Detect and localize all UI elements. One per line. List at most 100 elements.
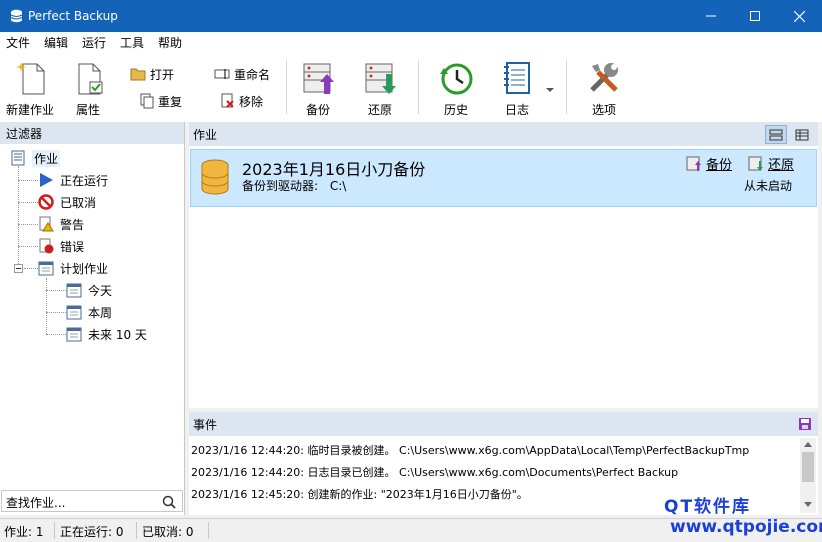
duplicate-button[interactable]: 重复	[140, 91, 182, 111]
maximize-icon	[750, 11, 760, 21]
tree-item-error[interactable]: 错误	[38, 237, 84, 255]
search-input[interactable]: 查找作业...	[1, 490, 183, 512]
tree-item-today-label: 今天	[88, 283, 113, 298]
options-button[interactable]: 选项	[582, 58, 626, 118]
calendar-icon	[66, 283, 82, 298]
event-text: 临时目录被创建。 C:\Users\www.x6g.com\AppData\Lo…	[307, 444, 750, 457]
menu-file[interactable]: 文件	[6, 34, 30, 51]
filter-panel: 过滤器 作业 正在运行 已取消 警告 错误 计划作业 今天 本周 未来 10 天…	[0, 122, 185, 515]
restore-button[interactable]: 还原	[358, 58, 402, 118]
menu-tools[interactable]: 工具	[120, 34, 144, 51]
toolbar-separator	[418, 60, 419, 114]
job-destination-label: 备份到驱动器:	[242, 179, 319, 193]
tree-line	[18, 202, 38, 203]
log-button[interactable]: 日志	[496, 58, 538, 118]
log-label: 日志	[504, 103, 529, 117]
collapse-toggle[interactable]	[14, 264, 23, 273]
view-details-button[interactable]	[791, 125, 813, 144]
minimize-button[interactable]	[688, 0, 734, 32]
events-header: 事件	[189, 412, 818, 436]
status-cancelled: 已取消: 0	[142, 525, 194, 539]
job-item[interactable]: 2023年1月16日小刀备份 备份到驱动器: C:\ 备份 还原 从未启动	[190, 149, 817, 207]
menu-help[interactable]: 帮助	[158, 34, 182, 51]
menu-run[interactable]: 运行	[82, 34, 106, 51]
tools-icon	[590, 63, 618, 92]
status-separator	[136, 522, 137, 539]
tree-item-cancelled-label: 已取消	[60, 195, 97, 210]
tree-line	[46, 278, 47, 334]
menu-bar: 文件 编辑 运行 工具 帮助	[0, 32, 822, 52]
restore-label: 还原	[367, 103, 392, 117]
tree-item-today[interactable]: 今天	[66, 281, 112, 299]
events-scrollbar[interactable]	[800, 438, 816, 513]
backup-label: 备份	[305, 103, 330, 117]
tree-item-jobs[interactable]: 作业	[10, 149, 61, 167]
tree-line	[24, 268, 38, 269]
search-placeholder: 查找作业...	[6, 496, 66, 510]
job-restore-link[interactable]: 还原	[748, 154, 794, 173]
close-button[interactable]	[776, 0, 822, 32]
menu-edit[interactable]: 编辑	[44, 34, 68, 51]
status-jobs: 作业: 1	[4, 525, 44, 539]
tree-line	[46, 334, 66, 335]
log-dropdown-button[interactable]	[545, 82, 555, 96]
job-status: 从未启动	[744, 179, 793, 193]
duplicate-label: 重复	[158, 94, 183, 109]
status-separator	[54, 522, 55, 539]
tree-item-jobs-label: 作业	[32, 149, 61, 167]
history-button[interactable]: 历史	[434, 58, 478, 118]
list-view-icon	[769, 129, 783, 140]
tree-item-next-days-label: 未来 10 天	[88, 327, 147, 342]
tree-item-next-days[interactable]: 未来 10 天	[66, 325, 147, 343]
tree-line	[18, 180, 38, 181]
open-button[interactable]: 打开	[130, 64, 174, 84]
tree-item-this-week-label: 本周	[88, 305, 113, 320]
tree-item-running[interactable]: 正在运行	[38, 171, 108, 189]
duplicate-icon	[140, 93, 154, 109]
save-icon[interactable]	[798, 417, 812, 431]
job-backup-label: 备份	[706, 158, 733, 173]
toolbar: 新建作业 属性 打开 重复 重命名 移除 备份 还原 历史 日志 选项	[0, 52, 822, 122]
remove-icon	[221, 93, 234, 108]
jobs-header-title: 作业	[193, 128, 218, 142]
tree-item-scheduled[interactable]: 计划作业	[38, 259, 108, 277]
toolbar-separator	[286, 60, 287, 114]
tree-item-this-week[interactable]: 本周	[66, 303, 112, 321]
tree-line	[46, 312, 66, 313]
database-icon	[201, 159, 229, 195]
tree-line	[18, 224, 38, 225]
event-text: 创建新的作业: "2023年1月16日小刀备份"。	[307, 488, 528, 501]
restore-icon	[748, 156, 763, 171]
scroll-down-icon[interactable]	[804, 502, 812, 507]
tree-item-warning[interactable]: 警告	[38, 215, 84, 233]
title-bar: Perfect Backup	[0, 0, 822, 32]
close-icon	[793, 10, 805, 22]
properties-icon	[78, 63, 103, 95]
job-backup-link[interactable]: 备份	[686, 154, 732, 173]
rename-button[interactable]: 重命名	[214, 64, 270, 84]
remove-button[interactable]: 移除	[221, 91, 263, 111]
scroll-up-icon[interactable]	[804, 442, 812, 447]
chevron-down-icon	[546, 88, 554, 92]
scrollbar-thumb[interactable]	[802, 452, 814, 482]
minimize-icon	[706, 15, 716, 17]
event-time: 2023/1/16 12:45:20:	[191, 488, 305, 501]
backup-button[interactable]: 备份	[296, 58, 340, 118]
rename-icon	[214, 69, 230, 79]
tree-item-error-label: 错误	[60, 239, 85, 254]
new-job-button[interactable]: 新建作业	[4, 58, 56, 118]
view-list-button[interactable]	[765, 125, 787, 144]
properties-button[interactable]: 属性	[64, 58, 112, 118]
jobs-list-icon	[11, 150, 25, 166]
backup-icon	[303, 63, 334, 94]
tree-item-scheduled-label: 计划作业	[60, 261, 109, 276]
status-separator	[208, 522, 209, 539]
tree-item-cancelled[interactable]: 已取消	[38, 193, 96, 211]
new-document-icon	[16, 62, 45, 95]
open-label: 打开	[150, 67, 175, 82]
search-icon[interactable]	[162, 495, 176, 509]
event-row: 2023/1/16 12:44:20: 日志目录已创建。 C:\Users\ww…	[191, 464, 678, 482]
new-job-label: 新建作业	[5, 103, 54, 117]
app-database-icon	[10, 9, 23, 26]
maximize-button[interactable]	[732, 0, 778, 32]
